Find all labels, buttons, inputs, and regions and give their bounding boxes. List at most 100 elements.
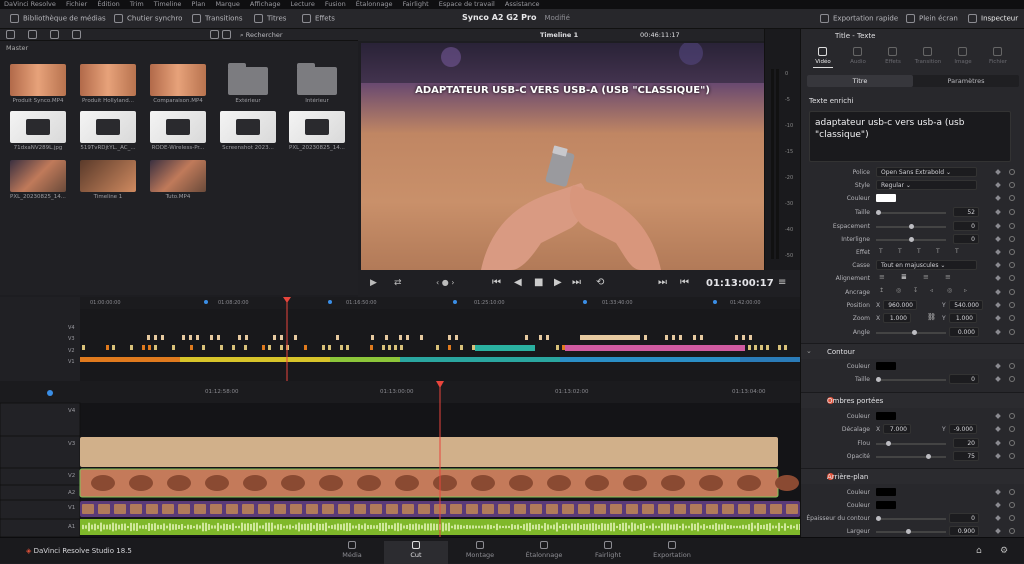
- reset-icon[interactable]: [1009, 289, 1015, 295]
- nav-item[interactable]: Montage: [448, 541, 512, 559]
- inspector-tab[interactable]: Transition: [914, 59, 942, 65]
- reset-icon[interactable]: [1009, 195, 1015, 201]
- prev-clip-icon[interactable]: ⏮: [680, 277, 689, 288]
- keyframe-icon[interactable]: [995, 302, 1001, 308]
- menu-item[interactable]: Trim: [130, 0, 144, 8]
- reset-icon[interactable]: [1009, 315, 1015, 321]
- marker[interactable]: [47, 390, 53, 396]
- align-icon[interactable]: ≡: [879, 273, 885, 281]
- inspector-tab[interactable]: Effets: [879, 59, 907, 65]
- rich-text-field[interactable]: adaptateur usb-c vers usb-a (usb "classi…: [809, 111, 1011, 162]
- contour-section[interactable]: ⌄ Contour: [801, 343, 1024, 359]
- anchor-icon[interactable]: ◎: [896, 287, 901, 294]
- media-thumbnail[interactable]: [150, 64, 206, 96]
- subtab-settings[interactable]: Paramètres: [913, 75, 1019, 85]
- search-field[interactable]: ⌕ Rechercher: [240, 31, 283, 40]
- media-thumbnail[interactable]: [80, 111, 136, 143]
- trim-icon[interactable]: ⇄: [394, 278, 402, 288]
- text-effect-icon[interactable]: T: [898, 248, 902, 255]
- shadow-opacity-slider[interactable]: [926, 454, 931, 459]
- keyframe-icon[interactable]: [995, 502, 1001, 508]
- keyframe-icon[interactable]: [995, 426, 1001, 432]
- zoom-x-field[interactable]: 1.000: [883, 313, 911, 323]
- inspector-tab-icon[interactable]: [853, 47, 862, 56]
- menu-item[interactable]: Affichage: [250, 0, 281, 8]
- anchor-icon[interactable]: ↧: [913, 287, 918, 294]
- marker[interactable]: [583, 300, 587, 304]
- menu-item[interactable]: Édition: [97, 0, 120, 8]
- link-icon[interactable]: ⛓: [927, 313, 936, 321]
- folder-icon[interactable]: [297, 63, 337, 95]
- reset-icon[interactable]: [1009, 169, 1015, 175]
- border-width-field[interactable]: 0: [949, 513, 979, 523]
- position-y-field[interactable]: 540.000: [949, 300, 983, 310]
- expand-icon[interactable]: ⌄: [806, 347, 812, 355]
- menu-item[interactable]: Étalonnage: [356, 0, 393, 8]
- subtab-title[interactable]: Titre: [807, 75, 913, 87]
- shadow-blur-slider[interactable]: [886, 441, 891, 446]
- reset-icon[interactable]: [1009, 236, 1015, 242]
- reset-icon[interactable]: [1009, 453, 1015, 459]
- background-width-slider[interactable]: [906, 529, 911, 534]
- inspector-tab-icon[interactable]: [993, 47, 1002, 56]
- keyframe-icon[interactable]: [995, 315, 1001, 321]
- anchor-icon[interactable]: ↥: [879, 287, 884, 294]
- reset-icon[interactable]: [1009, 329, 1015, 335]
- media-thumbnail[interactable]: [150, 111, 206, 143]
- reverse-play-icon[interactable]: ◀: [514, 277, 522, 288]
- spacing-slider[interactable]: [909, 224, 914, 229]
- shadow-color-swatch[interactable]: [876, 412, 896, 420]
- inspector-tab-icon[interactable]: [923, 47, 932, 56]
- spacing-field[interactable]: 0: [953, 221, 979, 231]
- home-icon[interactable]: ⌂: [976, 546, 982, 556]
- keyframe-icon[interactable]: [995, 289, 1001, 295]
- media-thumbnail[interactable]: [10, 64, 66, 96]
- marker[interactable]: [713, 300, 717, 304]
- add-bin-icon[interactable]: [28, 30, 37, 39]
- titles-button[interactable]: Titres: [254, 14, 286, 23]
- upper-timeline[interactable]: 01:00:00:00 01:08:20:00 01:16:50:00 01:25:1…: [0, 297, 800, 381]
- quick-export-button[interactable]: Exportation rapide: [820, 14, 898, 23]
- reset-icon[interactable]: [1009, 440, 1015, 446]
- shadow-offset-x-field[interactable]: 7.000: [883, 424, 911, 434]
- reset-icon[interactable]: [1009, 275, 1015, 281]
- grid-view-icon[interactable]: [210, 30, 219, 39]
- keyframe-icon[interactable]: [995, 275, 1001, 281]
- reset-icon[interactable]: [1009, 302, 1015, 308]
- reset-icon[interactable]: [1009, 426, 1015, 432]
- background-width-field[interactable]: 0.900: [949, 526, 979, 536]
- stop-icon[interactable]: ■: [534, 277, 543, 288]
- reset-icon[interactable]: [1009, 223, 1015, 229]
- text-effect-icon[interactable]: T: [955, 248, 959, 255]
- marker[interactable]: [453, 300, 457, 304]
- jog-icon[interactable]: ‹ ● ›: [436, 278, 454, 287]
- media-thumbnail[interactable]: [80, 64, 136, 96]
- nav-item[interactable]: Cut: [384, 541, 448, 564]
- text-effect-icon[interactable]: T: [917, 248, 921, 255]
- keyframe-icon[interactable]: [995, 489, 1001, 495]
- menu-item[interactable]: Plan: [192, 0, 206, 8]
- media-thumbnail[interactable]: [150, 160, 206, 192]
- keyframe-icon[interactable]: [995, 249, 1001, 255]
- keyframe-icon[interactable]: [995, 262, 1001, 268]
- font-dropdown[interactable]: Open Sans Extrabold ⌄: [876, 167, 977, 177]
- menu-item[interactable]: Lecture: [291, 0, 315, 8]
- leading-field[interactable]: 0: [953, 234, 979, 244]
- media-thumbnail[interactable]: [220, 111, 276, 143]
- text-effect-icon[interactable]: T: [879, 248, 883, 255]
- next-clip-icon[interactable]: ⏭: [658, 277, 667, 288]
- inspector-tab[interactable]: Audio: [844, 59, 872, 65]
- media-pool-button[interactable]: Bibliothèque de médias: [10, 14, 106, 23]
- inspector-button[interactable]: Inspecteur: [968, 14, 1018, 23]
- timeline-selector[interactable]: Timeline 1: [540, 31, 578, 39]
- shadow-blur-field[interactable]: 20: [953, 438, 979, 448]
- keyframe-icon[interactable]: [995, 223, 1001, 229]
- keyframe-icon[interactable]: [995, 453, 1001, 459]
- viewer-menu-icon[interactable]: ≡: [778, 277, 786, 288]
- reset-icon[interactable]: [1009, 363, 1015, 369]
- inspector-tab[interactable]: Fichier: [984, 59, 1012, 65]
- keyframe-icon[interactable]: [995, 195, 1001, 201]
- play-icon[interactable]: ▶: [554, 277, 562, 288]
- marker[interactable]: [204, 300, 208, 304]
- size-slider[interactable]: [876, 210, 881, 215]
